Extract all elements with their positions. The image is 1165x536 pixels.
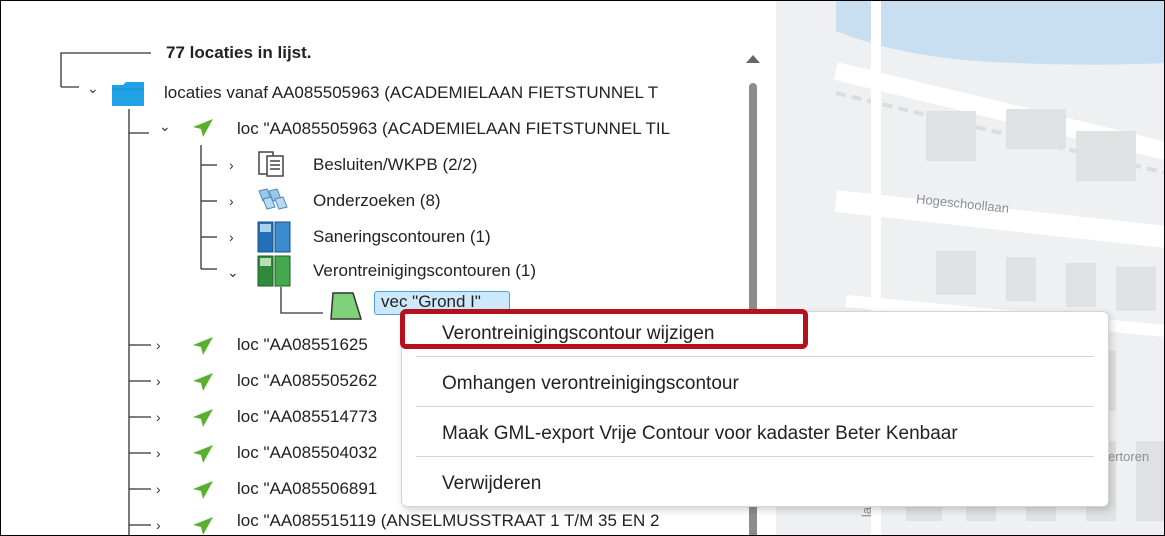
loc-node-label[interactable]: loc "AA085506891 xyxy=(237,479,377,499)
loc-node-label[interactable]: loc "AA085515119 (ANSELMUSSTRAAT 1 T/M 3… xyxy=(237,511,659,531)
menu-item-delete[interactable]: Verwijderen xyxy=(402,462,1108,506)
tree-header: 77 locaties in lijst. xyxy=(166,43,312,62)
tree-node-label[interactable]: Verontreinigingscontouren (1) xyxy=(313,261,536,281)
loc-node-label[interactable]: loc "AA085505963 (ACADEMIELAAN FIETSTUNN… xyxy=(237,119,670,139)
collapse-chevron-icon[interactable]: ⌄ xyxy=(159,119,171,133)
menu-separator xyxy=(416,456,1094,457)
loc-node-label[interactable]: loc "AA085514773 xyxy=(237,407,377,427)
expand-chevron-icon[interactable]: › xyxy=(156,338,161,352)
map-street-label: ertoren xyxy=(1108,449,1150,464)
loc-node-label[interactable]: loc "AA085504032 xyxy=(237,443,377,463)
expand-chevron-icon[interactable]: › xyxy=(229,194,234,208)
loc-node-label[interactable]: loc "AA08551625 xyxy=(237,335,368,355)
menu-item-gml-export[interactable]: Maak GML-export Vrije Contour voor kadas… xyxy=(402,412,1108,456)
menu-item-label: Maak GML-export Vrije Contour voor kadas… xyxy=(442,423,958,444)
expand-chevron-icon[interactable]: › xyxy=(156,518,161,532)
location-pin-icon xyxy=(193,517,213,535)
expand-chevron-icon[interactable]: › xyxy=(156,482,161,496)
tree-node-label[interactable]: Besluiten/WKPB (2/2) xyxy=(313,155,477,175)
expand-chevron-icon[interactable]: › xyxy=(229,230,234,244)
loc-node-label[interactable]: loc "AA085505262 xyxy=(237,371,377,391)
scroll-up-arrow-icon[interactable] xyxy=(746,55,760,63)
expand-chevron-icon[interactable]: › xyxy=(156,374,161,388)
location-pin-icon xyxy=(193,409,213,427)
remediation-contour-icon xyxy=(257,221,291,253)
menu-item-rehang-contour[interactable]: Omhangen verontreinigingscontour xyxy=(402,362,1108,406)
location-pin-icon xyxy=(193,337,213,355)
menu-item-label: Verwijderen xyxy=(442,473,542,494)
location-pin-icon xyxy=(193,445,213,463)
menu-separator xyxy=(416,356,1094,357)
location-pin-icon xyxy=(193,481,213,499)
menu-item-label: Omhangen verontreinigingscontour xyxy=(442,373,739,394)
location-pin-icon xyxy=(193,119,213,137)
root-node-label[interactable]: locaties vanaf AA085505963 (ACADEMIELAAN… xyxy=(164,83,658,103)
annotation-highlight-box xyxy=(400,309,808,349)
collapse-chevron-icon[interactable]: ⌄ xyxy=(227,265,239,279)
document-icon xyxy=(258,151,284,177)
expand-chevron-icon[interactable]: › xyxy=(156,446,161,460)
research-icon xyxy=(258,188,288,210)
expand-chevron-icon[interactable]: › xyxy=(156,410,161,424)
location-pin-icon xyxy=(193,373,213,391)
menu-separator xyxy=(416,406,1094,407)
tree-node-label[interactable]: Saneringscontouren (1) xyxy=(313,227,491,247)
tree-node-label[interactable]: Onderzoeken (8) xyxy=(313,191,441,211)
folder-icon xyxy=(112,82,144,106)
expand-chevron-icon[interactable]: › xyxy=(229,158,234,172)
contour-shape-icon xyxy=(330,292,363,320)
screenshot-frame: 77 locaties in lijst. ⌄ locaties vanaf A… xyxy=(0,0,1165,536)
collapse-chevron-icon[interactable]: ⌄ xyxy=(87,81,99,95)
pollution-contour-icon xyxy=(257,255,291,287)
